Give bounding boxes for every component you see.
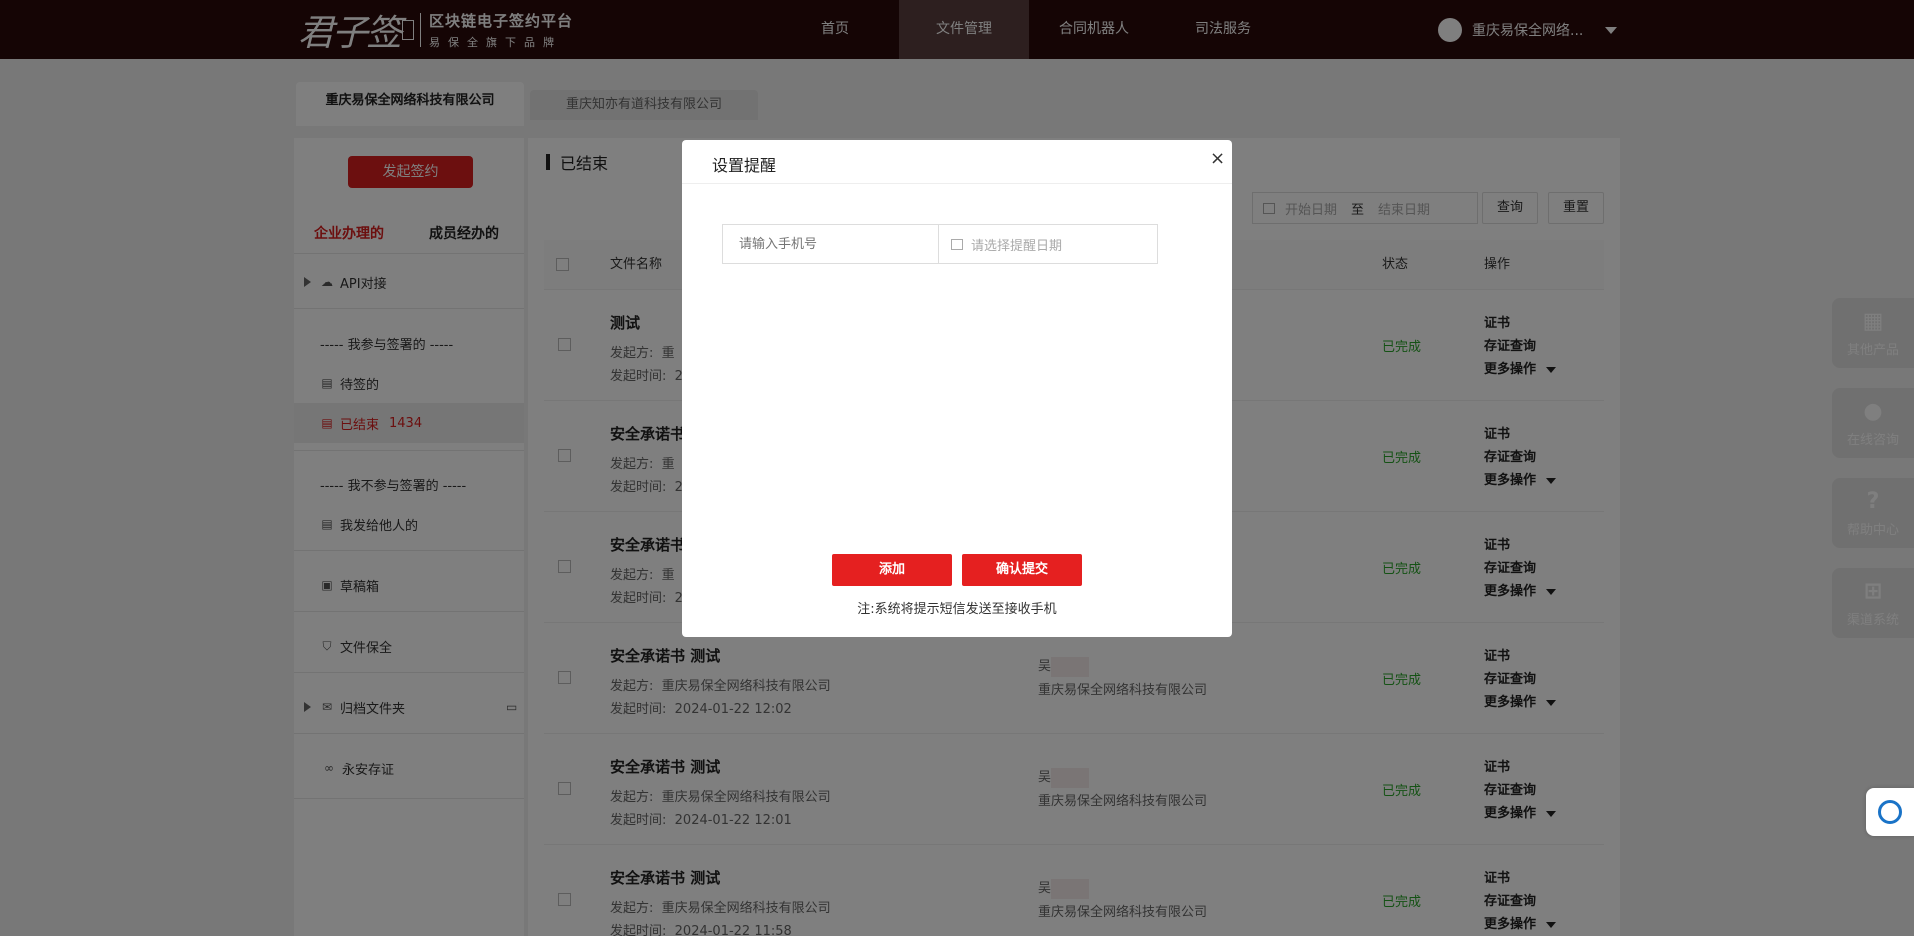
close-icon[interactable]: ×: [1210, 148, 1225, 169]
confirm-submit-button[interactable]: 确认提交: [962, 554, 1082, 586]
modal-title: 设置提醒: [712, 156, 777, 175]
date-placeholder: 请选择提醒日期: [971, 238, 1063, 254]
calendar-icon: [951, 238, 963, 250]
add-button[interactable]: 添加: [832, 554, 952, 586]
reminder-date-picker[interactable]: 请选择提醒日期: [938, 224, 1158, 264]
support-icon: [1878, 800, 1902, 824]
modal-header: 设置提醒 ×: [682, 140, 1232, 184]
reminder-modal: 设置提醒 × 请选择提醒日期 添加 确认提交 注:系统将提示短信发送至接收手机: [682, 140, 1232, 637]
phone-input[interactable]: [722, 224, 938, 264]
support-chat-button[interactable]: [1866, 788, 1914, 836]
modal-note: 注:系统将提示短信发送至接收手机: [857, 602, 1057, 617]
